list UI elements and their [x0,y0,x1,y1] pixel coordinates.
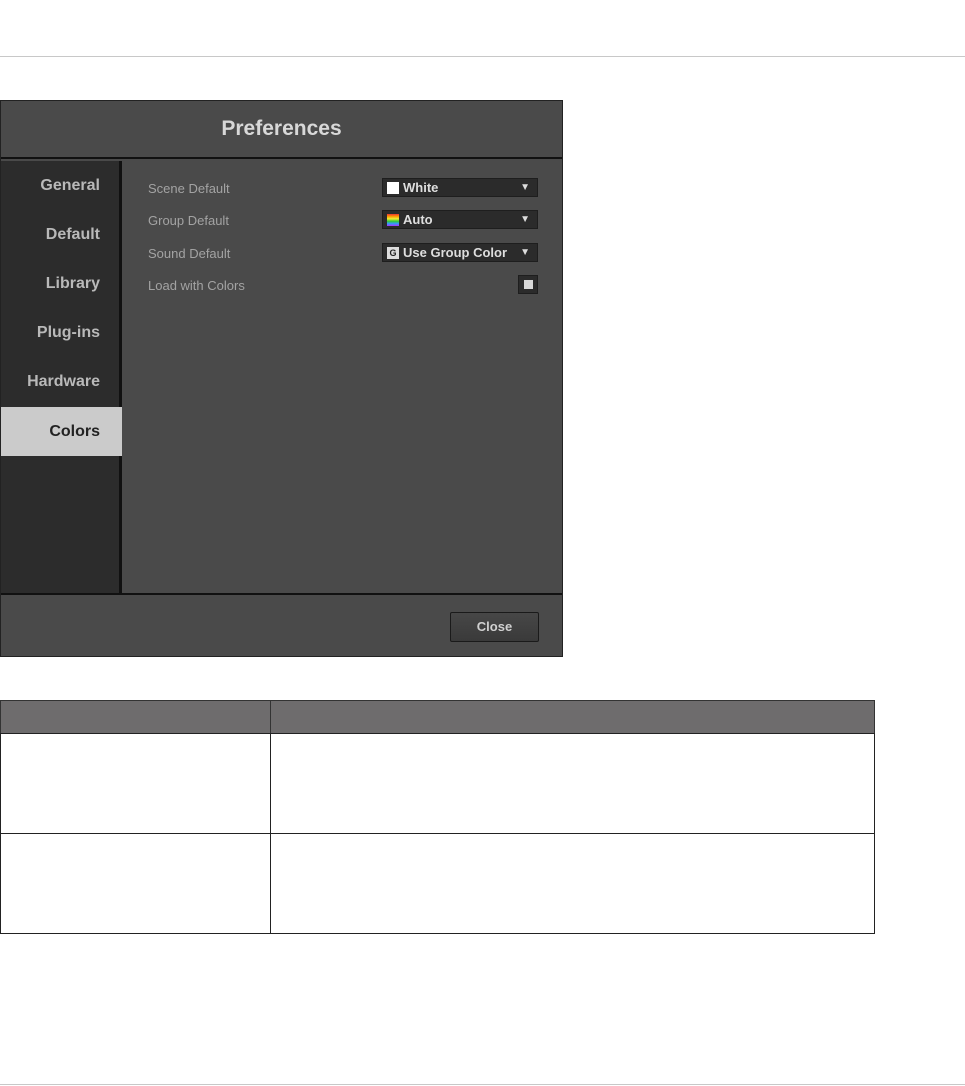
dropdown-arrow-icon: ▼ [520,214,530,225]
group-default-label: Group Default [148,213,229,228]
sidebar-item-library[interactable]: Library [1,259,122,308]
sidebar-item-colors[interactable]: Colors [1,407,122,456]
table-row [0,833,875,934]
sound-default-value: Use Group Color [403,245,508,260]
preferences-sidebar: General Default Library Plug-ins Hardwar… [1,161,122,593]
sound-default-label: Sound Default [148,246,231,261]
page-header-rule [0,56,965,57]
sidebar-item-default[interactable]: Default [1,210,122,259]
table-cell [0,833,271,934]
group-default-dropdown[interactable]: Auto ▼ [382,210,538,229]
table-header-row [0,700,875,734]
sound-default-row: Sound Default G Use Group Color ▼ [125,243,562,265]
load-with-colors-label: Load with Colors [148,278,245,293]
group-default-row: Group Default Auto ▼ [125,210,562,232]
table-header-cell [0,700,271,734]
scene-default-label: Scene Default [148,181,230,196]
table-cell [270,733,875,834]
dialog-title: Preferences [1,101,562,159]
preferences-dialog: Preferences General Default Library Plug… [0,100,563,657]
sidebar-item-plug-ins[interactable]: Plug-ins [1,308,122,357]
close-button[interactable]: Close [450,612,539,642]
dropdown-arrow-icon: ▼ [520,247,530,258]
table-cell [270,833,875,934]
load-with-colors-row: Load with Colors [125,275,562,297]
table-header-cell [270,700,875,734]
scene-default-row: Scene Default White ▼ [125,178,562,200]
sound-default-dropdown[interactable]: G Use Group Color ▼ [382,243,538,262]
table-row [0,733,875,834]
sidebar-item-general[interactable]: General [1,161,122,210]
dropdown-arrow-icon: ▼ [520,182,530,193]
colors-settings-panel: Scene Default White ▼ Group Default Auto… [125,161,562,593]
group-color-icon: G [387,247,399,259]
dialog-footer: Close [1,593,562,657]
description-table [0,700,875,934]
scene-default-dropdown[interactable]: White ▼ [382,178,538,197]
load-with-colors-checkbox[interactable] [518,275,538,294]
white-swatch-icon [387,182,399,194]
scene-default-value: White [403,180,439,195]
table-cell [0,733,271,834]
page-footer-rule [0,1084,965,1085]
rainbow-swatch-icon [387,214,399,226]
sidebar-item-hardware[interactable]: Hardware [1,357,122,406]
group-default-value: Auto [403,212,433,227]
